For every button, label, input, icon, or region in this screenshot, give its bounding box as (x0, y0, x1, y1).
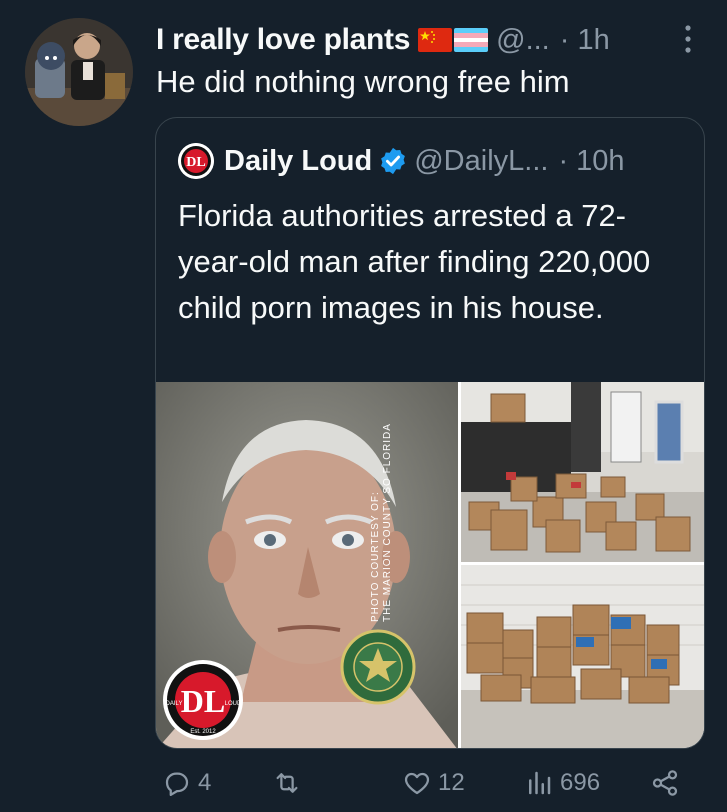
reply-count: 4 (198, 769, 212, 796)
quoted-tweet-header: DL Daily Loud @DailyL... · 10h (178, 143, 625, 179)
sheriff-seal-icon (340, 629, 416, 705)
reply-button[interactable]: 4 (162, 768, 211, 798)
photo-credit-line1: PHOTO COURTESY OF: (370, 491, 381, 622)
tweet-header: I really love plants @... · 1h (156, 20, 716, 60)
mugshot-photo[interactable]: PHOTO COURTESY OF: THE MARION COUNTY SO … (156, 382, 458, 748)
retweet-icon (276, 773, 298, 793)
svg-text:LOUD: LOUD (225, 701, 242, 707)
quoted-media[interactable]: PHOTO COURTESY OF: THE MARION COUNTY SO … (156, 382, 704, 748)
views-count: 696 (560, 769, 601, 796)
svg-text:DL: DL (186, 155, 205, 170)
daily-loud-avatar[interactable]: DL (178, 143, 214, 179)
svg-text:Est. 2012: Est. 2012 (190, 729, 216, 735)
action-bar: 4 12 696 (162, 768, 702, 808)
like-count: 12 (438, 769, 465, 796)
avatar-image (25, 18, 133, 126)
svg-text:DL: DL (181, 683, 225, 719)
china-flag-icon (418, 28, 453, 52)
quoted-tweet-text: Florida authorities arrested a 72-year-o… (178, 198, 651, 325)
quoted-timestamp[interactable]: · 10h (558, 145, 624, 178)
retweet-button[interactable] (272, 768, 308, 798)
share-icon (652, 770, 678, 796)
verified-icon (381, 147, 406, 175)
handle[interactable]: @... (496, 24, 550, 57)
share-button[interactable] (650, 768, 680, 798)
timestamp[interactable]: · 1h (560, 24, 610, 57)
like-button[interactable]: 12 (402, 768, 465, 798)
more-icon[interactable] (676, 22, 700, 58)
quoted-handle[interactable]: @DailyL... (414, 145, 548, 178)
reply-icon (165, 772, 189, 796)
views-icon (529, 771, 551, 795)
like-icon (404, 772, 430, 795)
quoted-tweet[interactable]: DL Daily Loud @DailyL... · 10h Florida a… (155, 117, 705, 749)
quoted-display-name[interactable]: Daily Loud (224, 145, 372, 178)
mugshot-illustration: PHOTO COURTESY OF: THE MARION COUNTY SO … (156, 382, 458, 748)
tweet-text: He did nothing wrong free him (156, 64, 570, 99)
name-flags (418, 28, 489, 52)
photo-credit-line2: THE MARION COUNTY SO FLORIDA (382, 423, 393, 622)
views-button[interactable]: 696 (524, 768, 600, 798)
display-name[interactable]: I really love plants (156, 23, 410, 57)
transgender-flag-icon (454, 28, 489, 52)
avatar[interactable] (25, 18, 133, 126)
evidence-photo-boxes[interactable] (461, 565, 704, 748)
garage-illustration (461, 382, 704, 562)
svg-text:DAILY: DAILY (166, 701, 183, 707)
daily-loud-logo: DL DAILY LOUD Est. 2012 (163, 660, 243, 740)
boxes-illustration (461, 565, 704, 748)
evidence-photo-garage[interactable] (461, 382, 704, 562)
